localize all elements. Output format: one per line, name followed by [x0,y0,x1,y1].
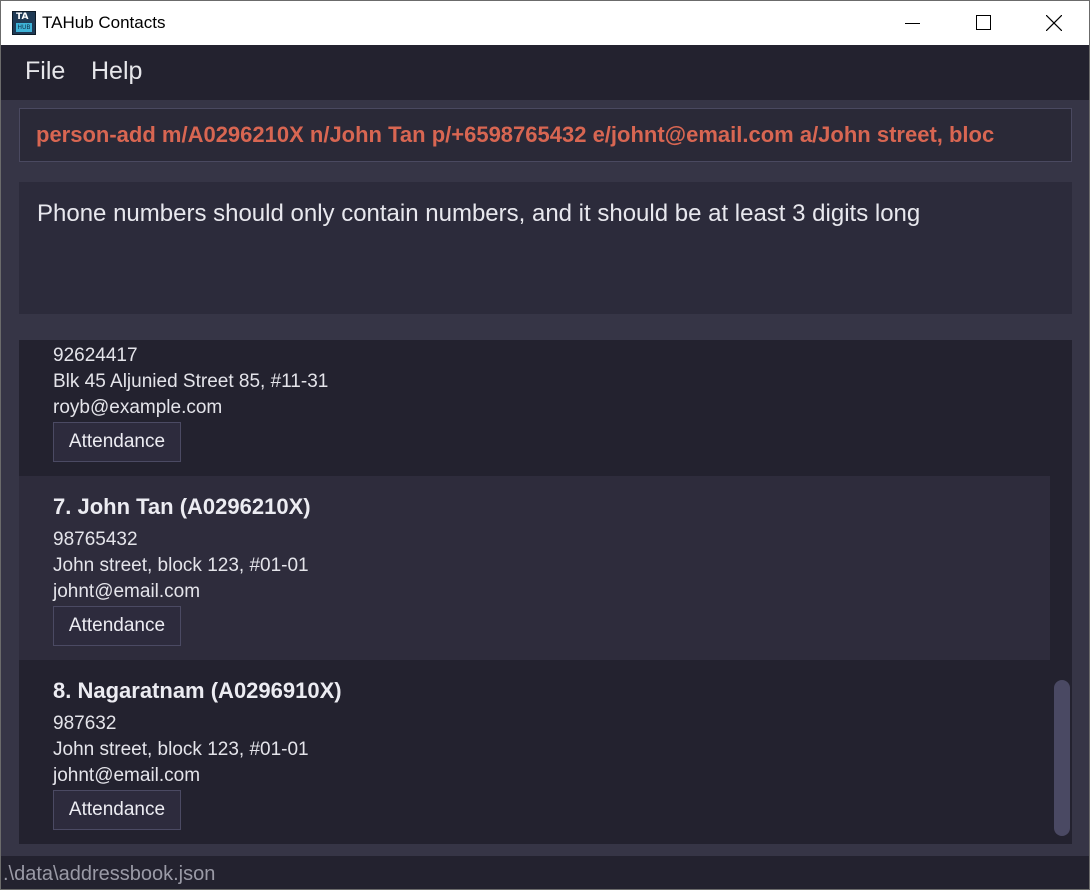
result-panel: Phone numbers should only contain number… [1,172,1089,322]
person-name: 8. Nagaratnam (A0296910X) [53,678,342,703]
menu-bar: File Help [1,45,1089,100]
attendance-button[interactable]: Attendance [53,790,181,830]
maximize-button[interactable] [961,1,1007,45]
person-card[interactable]: 92624417 Blk 45 Aljunied Street 85, #11-… [19,340,1050,476]
command-text: person-add m/A0296210X n/John Tan p/+659… [36,122,995,147]
menu-file[interactable]: File [25,57,65,86]
person-email: johnt@email.com [53,581,201,602]
person-address: John street, block 123, #01-01 [53,739,309,760]
person-address: Blk 45 Aljunied Street 85, #11-31 [53,371,329,392]
close-icon [1046,15,1062,31]
person-name: 7. John Tan (A0296210X) [53,494,311,519]
command-panel: person-add m/A0296210X n/John Tan p/+659… [1,100,1089,172]
window-title: TAHub Contacts [42,13,166,32]
person-phone: 987632 [53,713,117,734]
list-scrollbar[interactable] [1054,680,1070,836]
status-bar: .\data\addressbook.json [1,856,1089,889]
person-list-panel: 92624417 Blk 45 Aljunied Street 85, #11-… [1,322,1089,856]
person-list[interactable]: 92624417 Blk 45 Aljunied Street 85, #11-… [19,340,1072,844]
minimize-button[interactable] [890,1,936,45]
attendance-button[interactable]: Attendance [53,606,181,646]
app-logo-icon: TA HUB [12,11,36,35]
person-phone: 92624417 [53,345,138,366]
attendance-button[interactable]: Attendance [53,422,181,462]
person-address: John street, block 123, #01-01 [53,555,309,576]
person-phone: 98765432 [53,529,138,550]
app-window: TA HUB TAHub Contacts File Help person-a… [0,0,1090,890]
command-input[interactable]: person-add m/A0296210X n/John Tan p/+659… [19,108,1072,162]
person-card[interactable]: 8. Nagaratnam (A0296910X) 987632 John st… [19,660,1050,844]
menu-help[interactable]: Help [91,57,142,86]
result-display[interactable]: Phone numbers should only contain number… [19,182,1072,314]
close-button[interactable] [1031,1,1077,45]
status-file-path: .\data\addressbook.json [3,863,216,885]
result-message: Phone numbers should only contain number… [37,200,921,227]
app-logo-subtext: HUB [16,23,32,32]
person-email: johnt@email.com [53,765,201,786]
title-bar: TA HUB TAHub Contacts [1,1,1089,45]
app-logo-text: TA [16,12,29,22]
minimize-icon [905,23,920,24]
person-email: royb@example.com [53,397,223,418]
person-card[interactable]: 7. John Tan (A0296210X) 98765432 John st… [19,476,1050,660]
maximize-icon [976,15,991,30]
